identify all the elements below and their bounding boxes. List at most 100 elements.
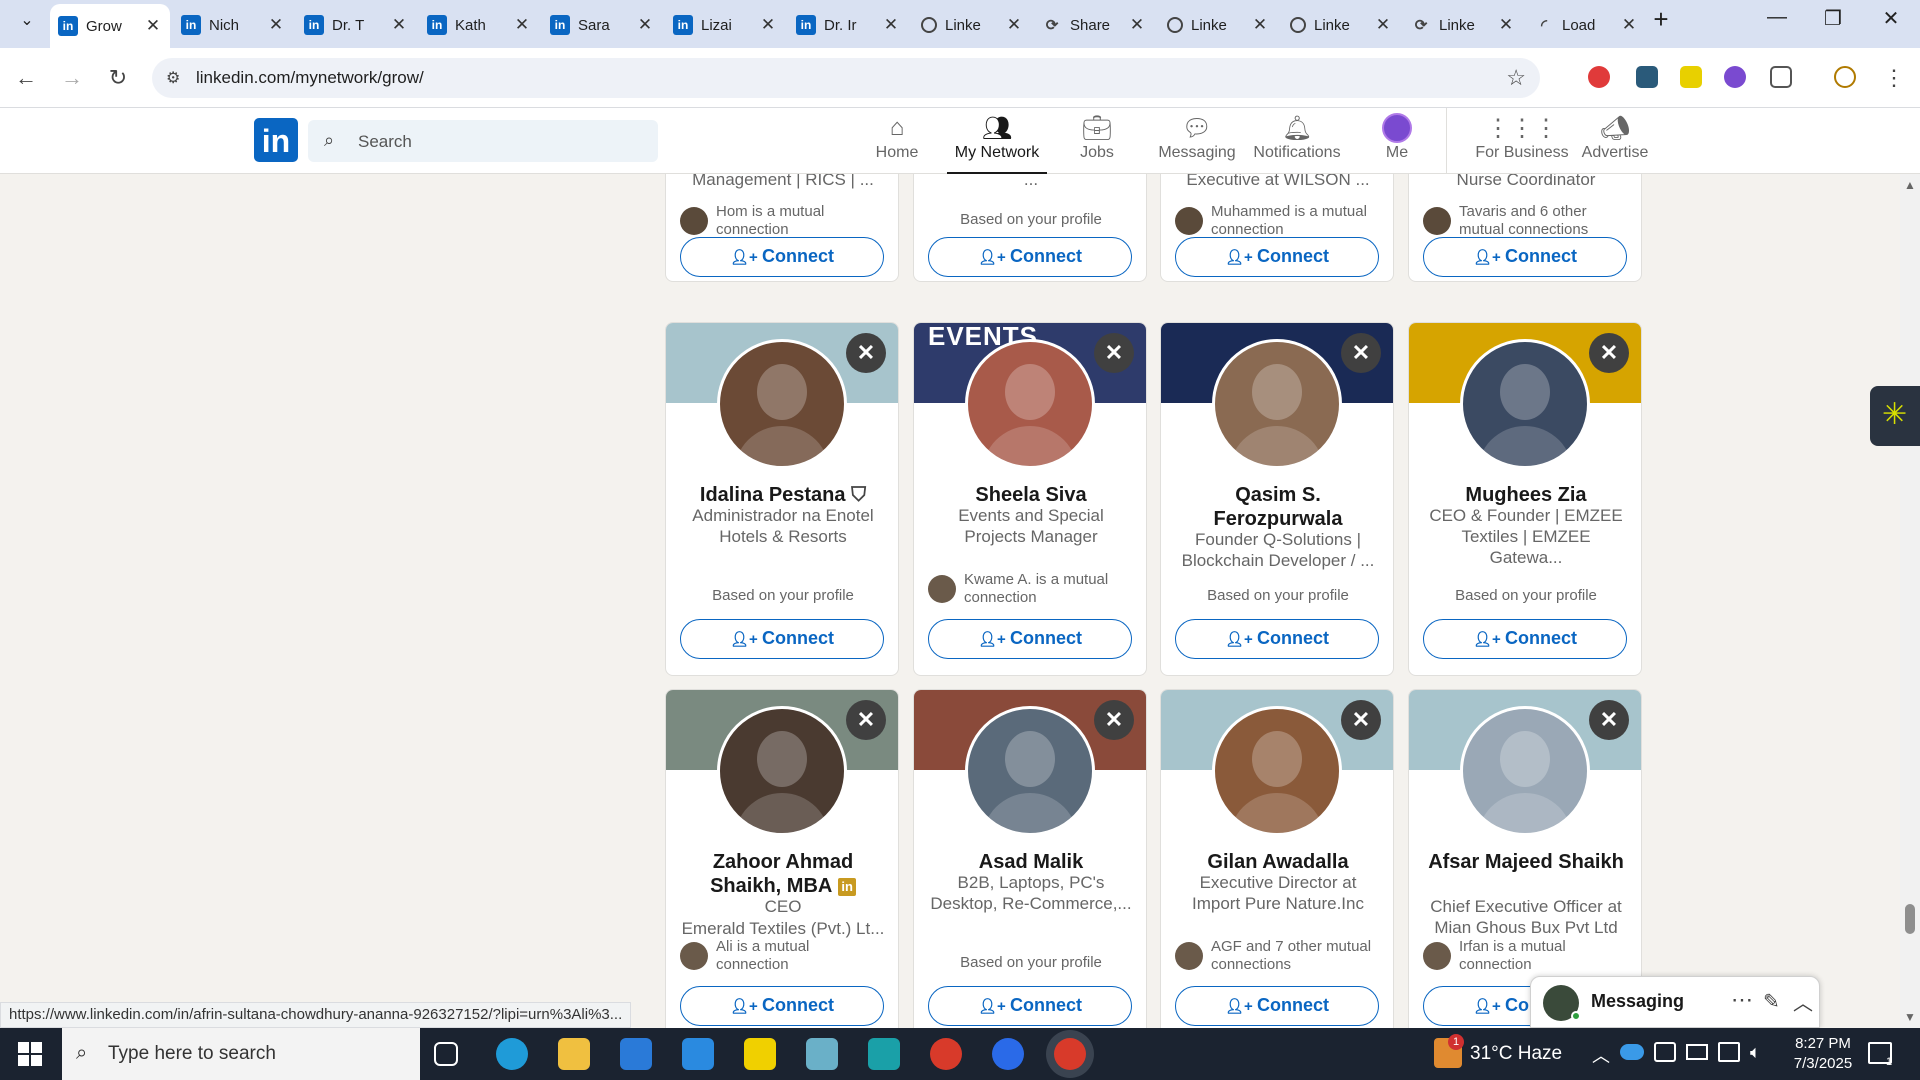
connect-button[interactable]: 👤︎+ Connect — [680, 986, 884, 1026]
browser-tab[interactable]: Linke ✕ — [1157, 6, 1277, 44]
profile-photo[interactable] — [1212, 706, 1342, 836]
browser-menu-icon[interactable]: ⋮ — [1876, 60, 1912, 96]
new-tab-button[interactable]: + — [1636, 4, 1686, 35]
chrome-active-icon[interactable] — [1054, 1038, 1086, 1070]
tab-close-icon[interactable]: ✕ — [513, 15, 531, 35]
dismiss-button[interactable]: ✕ — [846, 333, 886, 373]
circle-extension-icon[interactable] — [1724, 66, 1746, 88]
zoom-icon[interactable] — [992, 1038, 1024, 1070]
show-hidden-icons-icon[interactable]: ︿ — [1592, 1042, 1610, 1068]
restore-button[interactable]: ❐ — [1808, 6, 1858, 31]
sticky-notes-icon[interactable] — [744, 1038, 776, 1070]
dismiss-button[interactable]: ✕ — [1341, 333, 1381, 373]
snowflake-extension-icon[interactable] — [1680, 66, 1702, 88]
person-name[interactable]: Mughees Zia — [1419, 483, 1633, 507]
dismiss-button[interactable]: ✕ — [1094, 333, 1134, 373]
person-name[interactable]: Idalina Pestana ⛉ — [676, 483, 890, 507]
person-name[interactable]: Sheela Siva — [924, 483, 1138, 507]
profile-photo[interactable] — [1460, 706, 1590, 836]
dismiss-button[interactable]: ✕ — [846, 700, 886, 740]
tab-close-icon[interactable]: ✕ — [1374, 15, 1392, 35]
volume-icon[interactable]: 🔈︎ — [1750, 1042, 1761, 1063]
connect-button[interactable]: 👤︎+ Connect — [680, 619, 884, 659]
more-options-icon[interactable]: ⋯ — [1731, 987, 1753, 1013]
browser-tab[interactable]: in Nich ✕ — [173, 6, 293, 44]
mail-icon[interactable] — [682, 1038, 714, 1070]
chrome-icon[interactable] — [930, 1038, 962, 1070]
nav-item-advertise[interactable]: 📣︎ Advertise — [1565, 112, 1665, 172]
forward-button[interactable]: → — [54, 60, 90, 96]
nav-item-me[interactable]: Me — [1347, 112, 1447, 172]
battery-icon[interactable] — [1686, 1044, 1708, 1060]
connect-button[interactable]: 👤︎+ Connect — [680, 237, 884, 277]
dismiss-button[interactable]: ✕ — [1341, 700, 1381, 740]
scrollbar-thumb[interactable] — [1905, 904, 1915, 934]
browser-tab[interactable]: ⟳ Share ✕ — [1034, 6, 1154, 44]
profile-icon[interactable] — [1834, 66, 1856, 88]
browser-tab[interactable]: ◜ Load ✕ — [1526, 6, 1646, 44]
dismiss-button[interactable]: ✕ — [1094, 700, 1134, 740]
assistant-side-widget[interactable]: ✳ — [1870, 386, 1920, 446]
taskbar-search-input[interactable]: ⌕ Type here to search — [62, 1028, 420, 1080]
connect-button[interactable]: 👤︎+ Connect — [1175, 986, 1379, 1026]
browser-tab[interactable]: in Kath ✕ — [419, 6, 539, 44]
browser-tab[interactable]: in Grow ✕ — [50, 4, 170, 48]
profile-photo[interactable] — [717, 706, 847, 836]
tab-close-icon[interactable]: ✕ — [1005, 15, 1023, 35]
connect-button[interactable]: 👤︎+ Connect — [928, 619, 1132, 659]
profile-photo[interactable] — [1460, 339, 1590, 469]
tab-close-icon[interactable]: ✕ — [759, 15, 777, 35]
tab-search-chevron-icon[interactable]: ⌄ — [2, 10, 52, 30]
connect-button[interactable]: 👤︎+ Connect — [1175, 237, 1379, 277]
extensions-puzzle-icon[interactable] — [1770, 66, 1792, 88]
scroll-down-arrow-icon[interactable]: ▼ — [1904, 1010, 1916, 1024]
onedrive-icon[interactable] — [1620, 1044, 1644, 1060]
nav-item-notifications[interactable]: 🔔︎ Notifications — [1247, 112, 1347, 172]
dismiss-button[interactable]: ✕ — [1589, 333, 1629, 373]
pokeball-extension-icon[interactable] — [1588, 66, 1610, 88]
bookmark-star-icon[interactable]: ☆ — [1506, 65, 1526, 91]
tab-close-icon[interactable]: ✕ — [636, 15, 654, 35]
person-name[interactable]: Qasim S. Ferozpurwala — [1171, 483, 1385, 531]
windows-start-icon[interactable] — [18, 1042, 42, 1066]
browser-tab[interactable]: in Dr. Ir ✕ — [788, 6, 908, 44]
connect-button[interactable]: 👤︎+ Connect — [1175, 619, 1379, 659]
tab-close-icon[interactable]: ✕ — [267, 15, 285, 35]
browser-tab[interactable]: Linke ✕ — [1280, 6, 1400, 44]
connect-button[interactable]: 👤︎+ Connect — [1423, 619, 1627, 659]
omnibox[interactable]: ⚙ linkedin.com/mynetwork/grow/ ☆ — [152, 58, 1540, 98]
person-name[interactable]: Zahoor Ahmad Shaikh, MBA in — [676, 850, 890, 898]
nav-item-my-network[interactable]: 👥︎ My Network — [947, 112, 1047, 174]
person-name[interactable]: Gilan Awadalla — [1171, 850, 1385, 874]
nav-item-jobs[interactable]: 💼︎ Jobs — [1047, 112, 1147, 172]
browser-tab[interactable]: ⟳ Linke ✕ — [1403, 6, 1523, 44]
site-info-icon[interactable]: ⚙ — [166, 68, 180, 88]
media-extension-icon[interactable] — [1636, 66, 1658, 88]
person-name[interactable]: Afsar Majeed Shaikh — [1419, 850, 1633, 874]
profile-photo[interactable] — [965, 706, 1095, 836]
close-window-button[interactable]: ✕ — [1866, 6, 1916, 31]
reload-button[interactable]: ↻ — [100, 60, 136, 96]
app-icon-1[interactable] — [806, 1038, 838, 1070]
tab-close-icon[interactable]: ✕ — [1128, 15, 1146, 35]
browser-tab[interactable]: in Sara ✕ — [542, 6, 662, 44]
profile-photo[interactable] — [1212, 339, 1342, 469]
edge-icon[interactable] — [496, 1038, 528, 1070]
linkedin-logo[interactable]: in — [254, 118, 298, 162]
profile-photo[interactable] — [717, 339, 847, 469]
connect-button[interactable]: 👤︎+ Connect — [928, 986, 1132, 1026]
browser-tab[interactable]: in Dr. T ✕ — [296, 6, 416, 44]
person-name[interactable]: Asad Malik — [924, 850, 1138, 874]
url-text[interactable]: linkedin.com/mynetwork/grow/ — [196, 68, 424, 88]
network-icon[interactable] — [1718, 1042, 1740, 1062]
file-explorer-icon[interactable] — [558, 1038, 590, 1070]
tab-close-icon[interactable]: ✕ — [390, 15, 408, 35]
scroll-up-arrow-icon[interactable]: ▲ — [1904, 178, 1916, 192]
connect-button[interactable]: 👤︎+ Connect — [928, 237, 1132, 277]
browser-tab[interactable]: Linke ✕ — [911, 6, 1031, 44]
vertical-scrollbar[interactable]: ▲ ▼ — [1900, 174, 1920, 1028]
task-view-icon[interactable] — [434, 1042, 458, 1066]
chevron-up-icon[interactable]: ︿ — [1793, 987, 1813, 1016]
tray-icon-1[interactable] — [1654, 1042, 1676, 1062]
back-button[interactable]: ← — [8, 60, 44, 96]
